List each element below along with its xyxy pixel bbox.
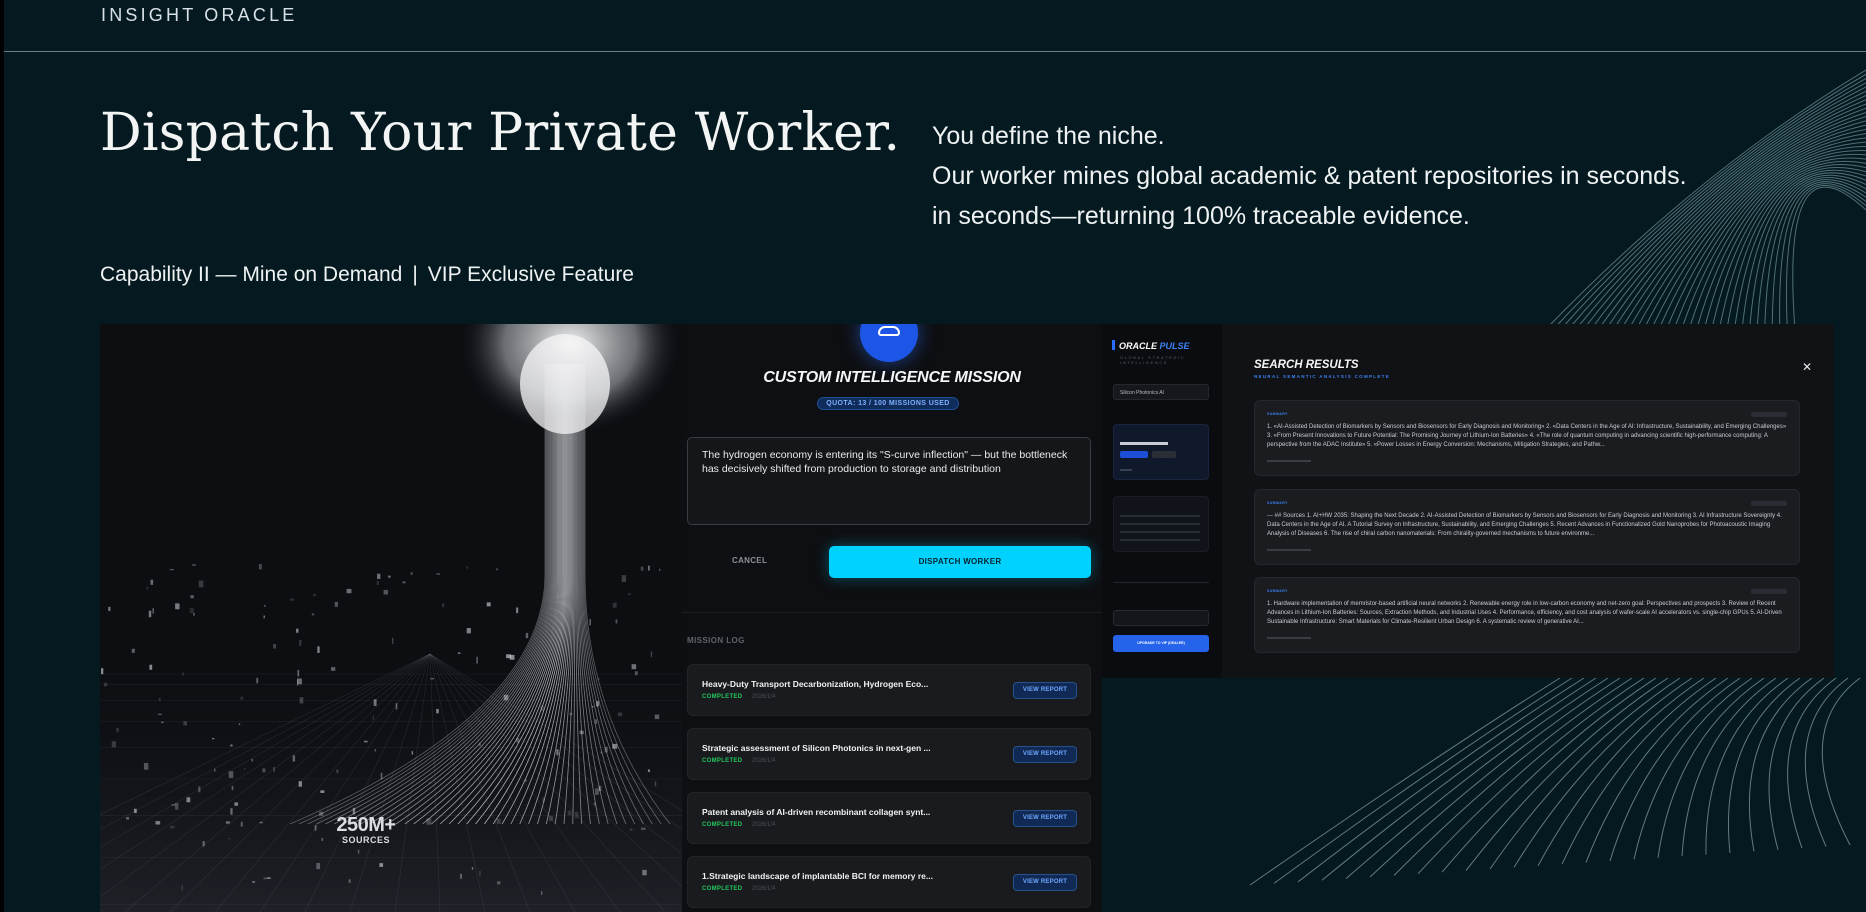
mission-date: 2026/1/4 (752, 886, 776, 892)
mission-prompt-input[interactable]: The hydrogen economy is entering its "S-… (687, 437, 1091, 525)
result-tag: SUMMARY (1267, 501, 1288, 505)
logo-mark-icon (1112, 340, 1115, 350)
filter-input[interactable] (1113, 573, 1209, 583)
result-card[interactable]: SUMMARY 1. «AI-Assisted Detection of Bio… (1254, 400, 1800, 476)
oracle-sidebar: ORACLE PULSE GLOBAL STRATEGIC INTELLIGEN… (1102, 324, 1222, 678)
status-badge: COMPLETED (702, 694, 743, 700)
history-row[interactable] (1120, 531, 1200, 533)
quota-badge: QUOTA: 13 / 100 MISSIONS USED (817, 397, 959, 410)
cloud-icon (860, 324, 918, 362)
close-icon[interactable]: ✕ (1802, 360, 1812, 374)
feature-label: VIP Exclusive Feature (427, 263, 634, 286)
status-badge: COMPLETED (702, 822, 743, 828)
sources-stat-value: 250M+ (336, 814, 396, 836)
lead-line-1: You define the niche. (932, 122, 1165, 150)
result-tag: SUMMARY (1267, 412, 1288, 416)
result-card[interactable]: SUMMARY --- ## Sources 1. AI+HW 2035: Sh… (1254, 489, 1800, 565)
result-timestamp (1751, 589, 1787, 594)
result-timestamp (1751, 412, 1787, 417)
profile-card-pill[interactable] (1120, 451, 1148, 458)
oracle-pulse-logo: ORACLE PULSE (1112, 340, 1190, 351)
view-report-button[interactable]: VIEW REPORT (1013, 810, 1077, 827)
sources-stat: 250M+ SOURCES (316, 814, 416, 845)
result-more-link[interactable] (1267, 637, 1311, 639)
profile-card-pill[interactable] (1152, 451, 1176, 458)
status-badge: COMPLETED (702, 758, 743, 764)
logo-text: ORACLE (1119, 341, 1157, 351)
result-text: --- ## Sources 1. AI+HW 2035: Shaping th… (1267, 513, 1782, 537)
header-divider (4, 51, 1866, 52)
mission-log-item: Patent analysis of AI-driven recombinant… (687, 792, 1091, 844)
mission-date: 2026/1/4 (752, 758, 776, 764)
mission-log-divider (682, 612, 1102, 613)
history-row[interactable] (1120, 539, 1200, 541)
search-results-title: SEARCH RESULTS (1254, 359, 1359, 371)
view-report-button[interactable]: VIEW REPORT (1013, 746, 1077, 763)
history-card (1113, 496, 1209, 552)
sidebar-subtitle: GLOBAL STRATEGIC INTELLIGENCE (1120, 355, 1186, 365)
mission-date: 2026/1/4 (752, 822, 776, 828)
capability-label: Capability II — Mine on Demand (100, 263, 403, 286)
hero-image: 250M+ SOURCES (100, 324, 682, 912)
lead-line-3: in seconds—returning 100% traceable evid… (932, 202, 1470, 230)
left-edge-bar (0, 0, 4, 912)
mission-panel: CUSTOM INTELLIGENCE MISSION QUOTA: 13 / … (682, 324, 1102, 912)
brand-name: INSIGHT ORACLE (101, 5, 298, 25)
capability-separator: | (412, 263, 418, 286)
result-more-link[interactable] (1267, 460, 1311, 462)
mission-log-title: MISSION LOG (687, 636, 745, 645)
profile-card (1113, 424, 1209, 480)
mission-date: 2026/1/4 (752, 694, 776, 700)
result-more-link[interactable] (1267, 549, 1311, 551)
mission-name: 1.Strategic landscape of implantable BCI… (702, 871, 933, 881)
mission-name: Heavy-Duty Transport Decarbonization, Hy… (702, 679, 929, 689)
mission-title: CUSTOM INTELLIGENCE MISSION (763, 369, 1021, 386)
topic-field[interactable]: Silicon Photonics AI (1113, 384, 1209, 400)
logo-accent-text: PULSE (1159, 341, 1190, 351)
result-text: 1. «AI-Assisted Detection of Biomarkers … (1267, 424, 1787, 448)
view-report-button[interactable]: VIEW REPORT (1013, 682, 1077, 699)
search-results-panel: SEARCH RESULTS NEURAL SEMANTIC ANALYSIS … (1222, 324, 1834, 678)
lead-line-2: Our worker mines global academic & paten… (932, 162, 1687, 190)
view-report-button[interactable]: VIEW REPORT (1013, 874, 1077, 891)
upgrade-vip-button[interactable]: UPGRADE TO VIP (DEALER) (1113, 635, 1209, 652)
result-text: 1. Hardware implementation of memristor-… (1267, 601, 1782, 625)
dispatch-custom-mission-button[interactable] (1113, 610, 1209, 626)
capability-line: Capability II — Mine on Demand | VIP Exclu… (100, 263, 634, 287)
mission-name: Strategic assessment of Silicon Photonic… (702, 743, 931, 753)
history-row[interactable] (1120, 515, 1200, 517)
lead-text: You define the niche. Our worker mines g… (932, 116, 1687, 236)
cancel-button[interactable]: CANCEL (732, 556, 767, 565)
mission-log-item: Strategic assessment of Silicon Photonic… (687, 728, 1091, 780)
mission-log-item: Heavy-Duty Transport Decarbonization, Hy… (687, 664, 1091, 716)
profile-card-bar (1120, 442, 1168, 445)
mission-name: Patent analysis of AI-driven recombinant… (702, 807, 931, 817)
result-card[interactable]: SUMMARY 1. Hardware implementation of me… (1254, 577, 1800, 653)
history-row[interactable] (1120, 523, 1200, 525)
page-headline: Dispatch Your Private Worker. (100, 103, 901, 163)
profile-card-link[interactable] (1120, 469, 1132, 471)
mission-log-item: 1.Strategic landscape of implantable BCI… (687, 856, 1091, 908)
dispatch-worker-button[interactable]: DISPATCH WORKER (829, 546, 1091, 578)
sources-stat-label: SOURCES (341, 835, 390, 845)
search-results-subtitle: NEURAL SEMANTIC ANALYSIS COMPLETE (1254, 374, 1390, 379)
status-badge: COMPLETED (702, 886, 743, 892)
result-tag: SUMMARY (1267, 589, 1288, 593)
result-timestamp (1751, 501, 1787, 506)
